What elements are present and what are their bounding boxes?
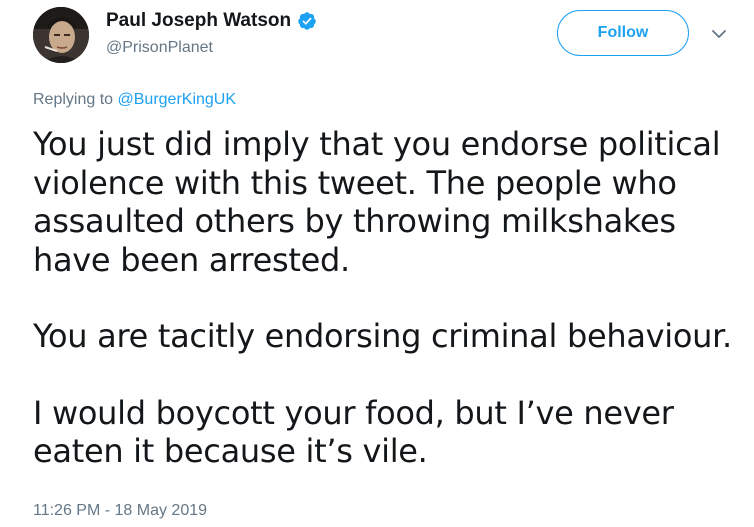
- author-name-row: Paul Joseph Watson: [106, 9, 317, 33]
- author-display-name[interactable]: Paul Joseph Watson: [106, 9, 291, 33]
- author-handle[interactable]: @PrisonPlanet: [106, 38, 213, 58]
- reply-context: Replying to @BurgerKingUK: [33, 90, 236, 110]
- tweet-timestamp[interactable]: 11:26 PM - 18 May 2019: [33, 501, 207, 521]
- verified-badge-icon: [297, 11, 317, 31]
- tweet-paragraph: You are tacitly endorsing criminal behav…: [33, 317, 732, 355]
- tweet: Paul Joseph Watson @PrisonPlanet Follow …: [0, 0, 754, 527]
- avatar-image: [33, 7, 89, 63]
- avatar[interactable]: [33, 7, 89, 63]
- tweet-text: You just did imply that you endorse poli…: [33, 125, 743, 471]
- tweet-paragraph: You just did imply that you endorse poli…: [33, 125, 721, 279]
- more-options-button[interactable]: [707, 22, 731, 46]
- reply-mention-link[interactable]: @BurgerKingUK: [118, 91, 237, 108]
- chevron-down-icon: [712, 29, 726, 38]
- follow-button[interactable]: Follow: [557, 10, 689, 56]
- reply-context-prefix: Replying to: [33, 91, 118, 108]
- tweet-paragraph: I would boycott your food, but I’ve neve…: [33, 393, 674, 471]
